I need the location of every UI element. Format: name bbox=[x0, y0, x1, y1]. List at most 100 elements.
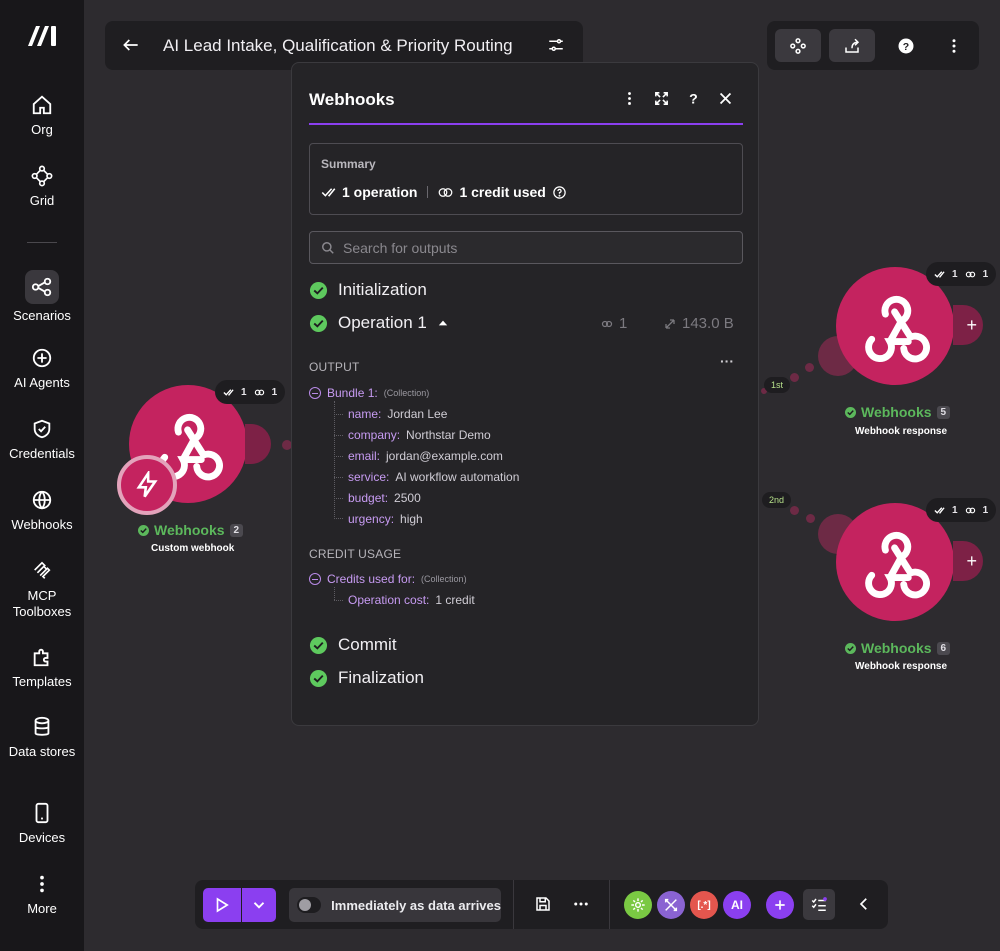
save-button[interactable] bbox=[534, 895, 552, 913]
tools-gear-button[interactable] bbox=[624, 891, 652, 919]
output-field[interactable]: service: AI workflow automation bbox=[348, 470, 519, 484]
output-field[interactable]: budget: 2500 bbox=[348, 491, 421, 505]
make-logo[interactable] bbox=[26, 22, 60, 48]
schedule-toggle[interactable] bbox=[297, 897, 322, 913]
sidebar-item-label: MCP Toolboxes bbox=[12, 588, 72, 619]
webhook-icon bbox=[865, 296, 931, 363]
panel-more-button[interactable] bbox=[620, 89, 638, 107]
toolbar-divider bbox=[513, 880, 514, 929]
text-parser-button[interactable]: [.*] bbox=[690, 891, 718, 919]
output-field[interactable]: company: Northstar Demo bbox=[348, 428, 491, 442]
panel-close-button[interactable] bbox=[716, 89, 734, 107]
output-field[interactable]: email: jordan@example.com bbox=[348, 449, 503, 463]
output-field[interactable]: name: Jordan Lee bbox=[348, 407, 447, 421]
credits-icon bbox=[965, 271, 975, 277]
success-icon bbox=[309, 281, 328, 299]
run-options-dropdown[interactable] bbox=[242, 888, 276, 922]
node-subtitle: Webhook response bbox=[855, 426, 948, 437]
panel-divider bbox=[309, 123, 743, 125]
node-run-badge[interactable]: 1 1 bbox=[926, 262, 997, 286]
step-label: Operation 1 bbox=[338, 313, 427, 332]
database-icon bbox=[31, 716, 53, 738]
credit-field[interactable]: Operation cost: 1 credit bbox=[348, 593, 475, 607]
checklist-icon bbox=[811, 896, 827, 911]
auto-align-button[interactable] bbox=[775, 29, 821, 62]
save-icon bbox=[536, 897, 550, 911]
ai-button[interactable]: AI bbox=[723, 891, 751, 919]
node-run-badge[interactable]: 1 1 bbox=[215, 380, 286, 404]
step-commit[interactable]: Commit bbox=[309, 635, 397, 655]
collapse-icon[interactable] bbox=[309, 387, 321, 399]
collapse-icon[interactable] bbox=[309, 573, 321, 585]
check-double-icon bbox=[321, 187, 336, 197]
help-button[interactable]: ? bbox=[883, 29, 929, 62]
operation-credits: 1 bbox=[601, 315, 627, 332]
more-options-button[interactable] bbox=[572, 895, 590, 913]
node-connector[interactable] bbox=[245, 424, 271, 464]
credits-used-row[interactable]: Credits used for: (Collection) bbox=[309, 572, 467, 586]
sidebar-item-data-stores[interactable]: Data stores bbox=[0, 716, 84, 760]
step-operation-1[interactable]: Operation 1 bbox=[309, 313, 449, 333]
sidebar-item-more[interactable]: More bbox=[0, 873, 84, 917]
collapse-toolbar-button[interactable] bbox=[855, 895, 873, 913]
node-subtitle: Custom webhook bbox=[151, 543, 235, 554]
sidebar-item-templates[interactable]: Templates bbox=[0, 646, 84, 690]
caret-up-icon[interactable] bbox=[437, 317, 449, 329]
panel-help-button[interactable]: ? bbox=[684, 89, 702, 107]
step-initialization[interactable]: Initialization bbox=[309, 280, 427, 300]
info-help-icon[interactable] bbox=[552, 185, 567, 200]
operation-size: 143.0 B bbox=[664, 315, 734, 332]
tree-branch bbox=[334, 600, 343, 601]
run-once-button[interactable] bbox=[203, 888, 241, 922]
webhook-icon bbox=[865, 532, 931, 599]
schedule-label: Immediately as data arrives bbox=[331, 897, 501, 913]
operations-count: 1 operation bbox=[342, 184, 418, 200]
home-icon bbox=[31, 94, 53, 116]
route-label-1st[interactable]: 1st bbox=[764, 377, 791, 393]
bundle-row[interactable]: Bundle 1: (Collection) bbox=[309, 386, 429, 400]
tree-branch bbox=[334, 498, 343, 499]
add-module-button[interactable]: + bbox=[953, 305, 983, 345]
search-input[interactable] bbox=[343, 238, 733, 258]
search-icon bbox=[322, 242, 334, 254]
add-module-button[interactable] bbox=[766, 891, 794, 919]
sidebar-item-devices[interactable]: Devices bbox=[0, 802, 84, 846]
sidebar-item-mcp-toolboxes[interactable]: MCP Toolboxes bbox=[0, 560, 84, 620]
module-number: 2 bbox=[229, 523, 244, 537]
settings-sliders-icon[interactable] bbox=[547, 36, 565, 54]
step-finalization[interactable]: Finalization bbox=[309, 668, 424, 688]
ai-agents-icon bbox=[31, 347, 53, 369]
output-field[interactable]: urgency: high bbox=[348, 512, 423, 526]
sidebar-item-label: Scenarios bbox=[13, 308, 71, 323]
checklist-button[interactable] bbox=[803, 889, 835, 920]
sidebar-item-scenarios[interactable]: Scenarios bbox=[0, 270, 84, 324]
add-module-button[interactable]: + bbox=[953, 541, 983, 581]
success-icon bbox=[845, 406, 856, 418]
route-label-2nd[interactable]: 2nd bbox=[762, 492, 792, 508]
more-options-button[interactable] bbox=[931, 29, 977, 62]
back-arrow-icon[interactable] bbox=[121, 35, 141, 55]
module-number: 5 bbox=[936, 405, 951, 419]
sidebar-item-grid[interactable]: Grid bbox=[0, 165, 84, 209]
flow-control-button[interactable] bbox=[657, 891, 685, 919]
help-icon: ? bbox=[689, 91, 698, 107]
sidebar: Org Grid Scenarios AI Agents Credentials… bbox=[0, 0, 84, 951]
page-title[interactable]: AI Lead Intake, Qualification & Priority… bbox=[163, 36, 513, 56]
shield-icon bbox=[31, 418, 53, 440]
sidebar-item-org[interactable]: Org bbox=[0, 94, 84, 138]
sidebar-item-webhooks[interactable]: Webhooks bbox=[0, 489, 84, 533]
share-button[interactable] bbox=[829, 29, 875, 62]
connection-dot bbox=[805, 363, 814, 372]
panel-expand-button[interactable] bbox=[652, 89, 670, 107]
step-label: Initialization bbox=[338, 280, 427, 299]
add-icon bbox=[775, 900, 785, 910]
more-vertical-icon bbox=[627, 91, 631, 105]
schedule-toggle-box[interactable]: Immediately as data arrives bbox=[289, 888, 501, 922]
connection-dot bbox=[790, 506, 799, 515]
output-search bbox=[309, 231, 743, 264]
sidebar-item-ai-agents[interactable]: AI Agents bbox=[0, 347, 84, 391]
output-more-button[interactable]: ··· bbox=[720, 353, 734, 369]
help-icon: ? bbox=[898, 38, 914, 53]
sidebar-item-credentials[interactable]: Credentials bbox=[0, 418, 84, 462]
node-run-badge[interactable]: 1 1 bbox=[926, 498, 997, 522]
